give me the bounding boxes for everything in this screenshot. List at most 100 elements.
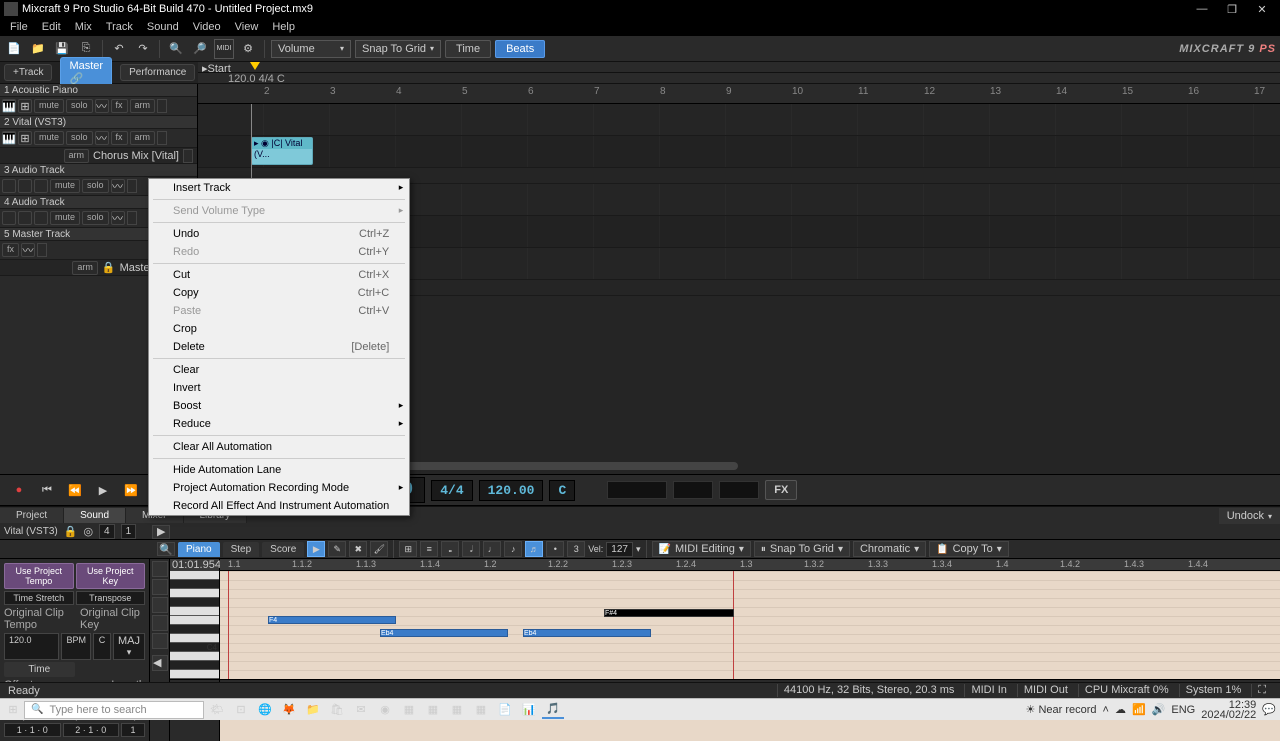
pr-half-note[interactable]: 𝅗𝅥: [462, 541, 480, 557]
piano-key[interactable]: [170, 598, 219, 607]
zoom-out-icon[interactable]: 🔎: [190, 39, 210, 59]
ctx-undo[interactable]: UndoCtrl+Z: [149, 225, 409, 243]
lock-icon[interactable]: 🔒: [64, 525, 78, 538]
speaker-icon[interactable]: [18, 179, 32, 193]
pr-pencil-tool[interactable]: ✎: [328, 541, 346, 557]
midi-note[interactable]: Eb4: [380, 629, 508, 637]
track-grid-icon[interactable]: ⊞: [18, 99, 32, 113]
taskbar-app2-icon[interactable]: ▦: [422, 701, 444, 719]
automation-lane-header[interactable]: arm Chorus Mix [Vital]: [0, 148, 197, 164]
taskbar-taskview-icon[interactable]: ⊡: [230, 701, 252, 719]
maj-min-select[interactable]: MAJ ▾: [113, 633, 145, 660]
transpose-field[interactable]: Transpose: [76, 591, 146, 605]
play-clip-button[interactable]: ▶: [152, 525, 170, 539]
taskbar-explorer-icon[interactable]: 📁: [302, 701, 324, 719]
rewind-start-button[interactable]: ⏮: [36, 479, 58, 501]
menu-edit[interactable]: Edit: [36, 19, 67, 35]
piano-key[interactable]: [170, 634, 219, 643]
close-button[interactable]: ✕: [1248, 1, 1276, 17]
track-label[interactable]: 2 Vital (VST3): [0, 116, 197, 129]
key-field[interactable]: C: [549, 480, 575, 501]
menu-video[interactable]: Video: [187, 19, 227, 35]
track-automation-icon[interactable]: 〰: [111, 211, 125, 225]
piano-key[interactable]: [170, 625, 219, 634]
track-label[interactable]: 1 Acoustic Piano: [0, 84, 197, 97]
ffwd-button[interactable]: ⏩: [120, 479, 142, 501]
time-sig-field[interactable]: 4/4: [431, 480, 472, 501]
taskbar-mail-icon[interactable]: ✉: [350, 701, 372, 719]
pr-side-tool-2[interactable]: [152, 579, 168, 595]
track-grid-icon[interactable]: ⊞: [18, 131, 32, 145]
menu-track[interactable]: Track: [100, 19, 139, 35]
minimize-button[interactable]: —: [1188, 1, 1216, 17]
pr-dotted[interactable]: •: [546, 541, 564, 557]
track-menu-dropdown[interactable]: [127, 179, 137, 193]
mic-icon[interactable]: [2, 211, 16, 225]
tray-volume-icon[interactable]: 🔊: [1152, 703, 1166, 716]
piano-key[interactable]: [170, 616, 219, 625]
taskbar-app4-icon[interactable]: ▦: [470, 701, 492, 719]
input-icon[interactable]: [34, 179, 48, 193]
pr-channel2[interactable]: 1: [121, 524, 137, 539]
time-section-tab[interactable]: Time: [4, 662, 75, 677]
tray-notification-icon[interactable]: 💬: [1262, 703, 1276, 716]
save-as-icon[interactable]: ⎘: [76, 39, 96, 59]
ctx-crop[interactable]: Crop: [149, 320, 409, 338]
taskbar-mixcraft-icon[interactable]: 🎵: [542, 701, 564, 719]
undo-icon[interactable]: ↶: [109, 39, 129, 59]
rewind-button[interactable]: ⏪: [64, 479, 86, 501]
track-mute-button[interactable]: mute: [34, 131, 64, 145]
timeline-ruler[interactable]: 234567891011121314151617: [198, 84, 1280, 104]
panel-tab-sound[interactable]: Sound: [64, 508, 126, 523]
settings-icon[interactable]: ⚙: [238, 39, 258, 59]
pr-side-tool-3[interactable]: [152, 597, 168, 613]
orig-key-input[interactable]: C: [93, 633, 111, 660]
pr-tab-score[interactable]: Score: [262, 542, 304, 557]
track-menu-dropdown[interactable]: [127, 211, 137, 225]
track-automation-icon[interactable]: 〰: [111, 179, 125, 193]
tray-time[interactable]: 12:39: [1201, 700, 1256, 710]
tray-network-icon[interactable]: 📶: [1132, 703, 1146, 716]
snap-select[interactable]: Snap To Grid: [355, 40, 441, 58]
pr-triplet[interactable]: 3: [567, 541, 585, 557]
ctx-reduce[interactable]: Reduce: [149, 415, 409, 433]
track-arm-button[interactable]: arm: [130, 99, 156, 113]
track-fx-button[interactable]: fx: [111, 131, 128, 145]
track-automation-icon[interactable]: 〰: [95, 131, 109, 145]
param-select[interactable]: Volume: [271, 40, 351, 58]
pr-scale-select[interactable]: Chromatic▾: [853, 541, 926, 557]
pr-pointer-tool[interactable]: ▶: [307, 541, 325, 557]
playhead-marker[interactable]: [250, 62, 260, 70]
menu-view[interactable]: View: [229, 19, 265, 35]
pr-quarter-note[interactable]: ♩: [483, 541, 501, 557]
loop-end-input[interactable]: 2 · 1 · 0: [63, 723, 120, 737]
performance-button[interactable]: Performance: [120, 64, 195, 81]
track-mute-button[interactable]: mute: [50, 211, 80, 225]
track-instrument-icon[interactable]: 🎹: [2, 131, 16, 145]
record-button[interactable]: ●: [8, 479, 30, 501]
menu-file[interactable]: File: [4, 19, 34, 35]
ctx-boost[interactable]: Boost: [149, 397, 409, 415]
piano-roll-ruler[interactable]: 1.11.1.21.1.31.1.41.21.2.21.2.31.2.41.31…: [220, 559, 1280, 571]
track-menu-dropdown[interactable]: [37, 243, 47, 257]
track-instrument-icon[interactable]: 🎹: [2, 99, 16, 113]
ctx-project-automation-recording-mode[interactable]: Project Automation Recording Mode: [149, 479, 409, 497]
save-icon[interactable]: 💾: [52, 39, 72, 59]
pr-eighth-note[interactable]: ♪: [504, 541, 522, 557]
track-solo-button[interactable]: solo: [66, 131, 93, 145]
taskbar-edge-icon[interactable]: 🌐: [254, 701, 276, 719]
tray-onedrive-icon[interactable]: ☁: [1115, 703, 1126, 716]
track-automation-icon[interactable]: 〰: [95, 99, 109, 113]
piano-key[interactable]: [170, 670, 219, 679]
track-arm-button[interactable]: arm: [130, 131, 156, 145]
ctx-clear[interactable]: Clear: [149, 361, 409, 379]
loop-start-input[interactable]: 1 · 1 · 0: [4, 723, 61, 737]
pr-snap-select[interactable]: ⏸Snap To Grid▾: [754, 541, 850, 557]
panel-tab-project[interactable]: Project: [0, 508, 64, 523]
menu-mix[interactable]: Mix: [69, 19, 98, 35]
time-stretch-field[interactable]: Time Stretch: [4, 591, 74, 605]
taskbar-widget-icon[interactable]: 🌤: [206, 701, 228, 719]
taskbar-chrome-icon[interactable]: ◉: [374, 701, 396, 719]
track-lane[interactable]: ▸ ◉ |C| Vital (V...: [198, 136, 1280, 168]
tray-weather[interactable]: ☀ Near record: [1026, 703, 1097, 716]
